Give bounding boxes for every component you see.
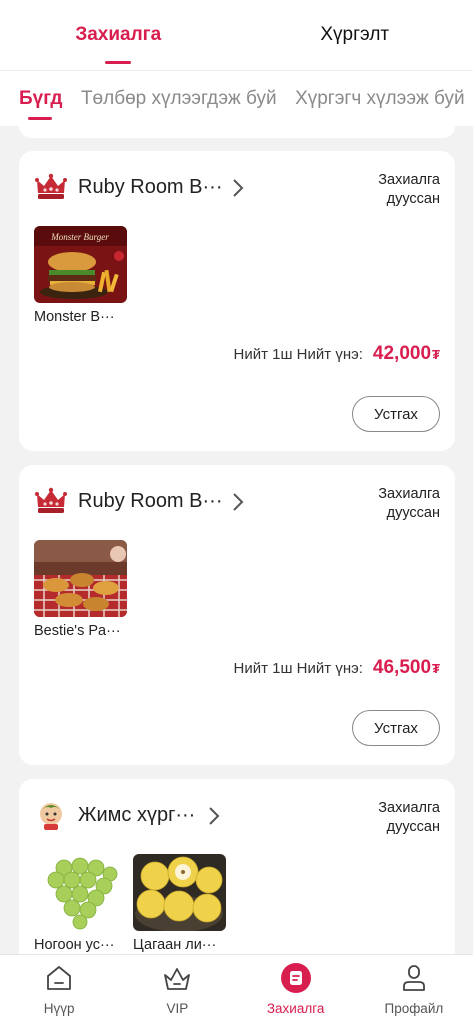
svg-text:Monster Burger: Monster Burger [50, 232, 109, 242]
product-name: Ногоон ус··· [34, 937, 115, 953]
nav-label: VIP [166, 1001, 189, 1016]
delete-order-button[interactable]: Устгах [352, 710, 440, 746]
product-image: Monster Burger [34, 226, 127, 303]
filter-awaiting-courier[interactable]: Хүргэгч хүлээж буй [295, 71, 465, 126]
order-status: Захиалга дууссан [378, 172, 440, 207]
nav-label: Нүүр [43, 1001, 75, 1016]
product-name: Bestie's Pa··· [34, 623, 121, 639]
total-price: 46,500 [372, 657, 432, 678]
profile-icon [402, 965, 425, 991]
nav-profile[interactable]: Профайл [355, 955, 473, 1024]
tab-orders[interactable]: Захиалга [0, 0, 237, 70]
top-tabs: Захиалга Хүргэлт [0, 0, 473, 70]
chevron-right-icon[interactable] [231, 177, 245, 199]
order-card[interactable]: Жимс хүрг··· Захиалга дууссан Ногоон ус·… [19, 779, 455, 979]
nav-label: Захиалга [266, 1001, 325, 1016]
order-total: Нийт 1ш Нийт үнэ: 46,500 ₮ [234, 657, 440, 679]
order-product[interactable]: Цагаан ли··· [133, 854, 226, 953]
total-label: Нийт 1ш Нийт үнэ: [233, 660, 363, 677]
chevron-right-icon[interactable] [231, 491, 245, 513]
order-status: Захиалга дууссан [378, 800, 440, 835]
previous-order-card-edge [19, 126, 455, 138]
order-card[interactable]: Ruby Room B··· Захиалга дууссан Bestie's… [19, 465, 455, 765]
currency-symbol: ₮ [432, 347, 440, 362]
filter-all[interactable]: Бүгд [19, 71, 62, 126]
total-label: Нийт 1ш Нийт үнэ: [233, 346, 363, 363]
fruit-mascot-icon [40, 803, 62, 830]
order-product[interactable]: Bestie's Pa··· [34, 540, 127, 639]
order-product[interactable]: Monster Burger Monster B··· [34, 226, 127, 325]
product-name: Monster B··· [34, 309, 115, 325]
nav-home[interactable]: Нүүр [0, 955, 118, 1024]
product-name: Цагаан ли··· [133, 937, 217, 953]
delete-order-button[interactable]: Устгах [352, 396, 440, 432]
nav-label: Профайл [384, 1001, 444, 1016]
bottom-navigation: Нүүр VIP Захиалга Профайл [0, 954, 473, 1024]
currency-symbol: ₮ [432, 661, 440, 676]
orders-icon [280, 963, 311, 993]
home-icon [47, 966, 72, 990]
nav-orders[interactable]: Захиалга [237, 955, 355, 1024]
product-image [34, 854, 127, 931]
status-filter-bar: Бүгд Төлбөр хүлээгдэж буй Хүргэгч хүлээж… [0, 70, 473, 126]
order-card[interactable]: Ruby Room B··· Захиалга дууссан Monster … [19, 151, 455, 451]
order-status: Захиалга дууссан [378, 486, 440, 521]
nav-vip[interactable]: VIP [118, 955, 236, 1024]
tab-delivery[interactable]: Хүргэлт [237, 0, 473, 70]
filter-payment-pending[interactable]: Төлбөр хүлээгдэж буй [81, 71, 277, 126]
total-price: 42,000 [372, 343, 432, 364]
crown-icon [35, 487, 67, 513]
order-total: Нийт 1ш Нийт үнэ: 42,000 ₮ [234, 343, 440, 365]
product-image [133, 854, 226, 931]
store-name[interactable]: Ruby Room B··· [78, 490, 222, 513]
product-image [34, 540, 127, 617]
crown-icon [164, 968, 191, 990]
store-name[interactable]: Ruby Room B··· [78, 176, 222, 199]
chevron-right-icon[interactable] [207, 805, 221, 827]
order-product[interactable]: Ногоон ус··· [34, 854, 127, 953]
crown-icon [35, 173, 67, 199]
store-name[interactable]: Жимс хүрг··· [78, 804, 195, 827]
